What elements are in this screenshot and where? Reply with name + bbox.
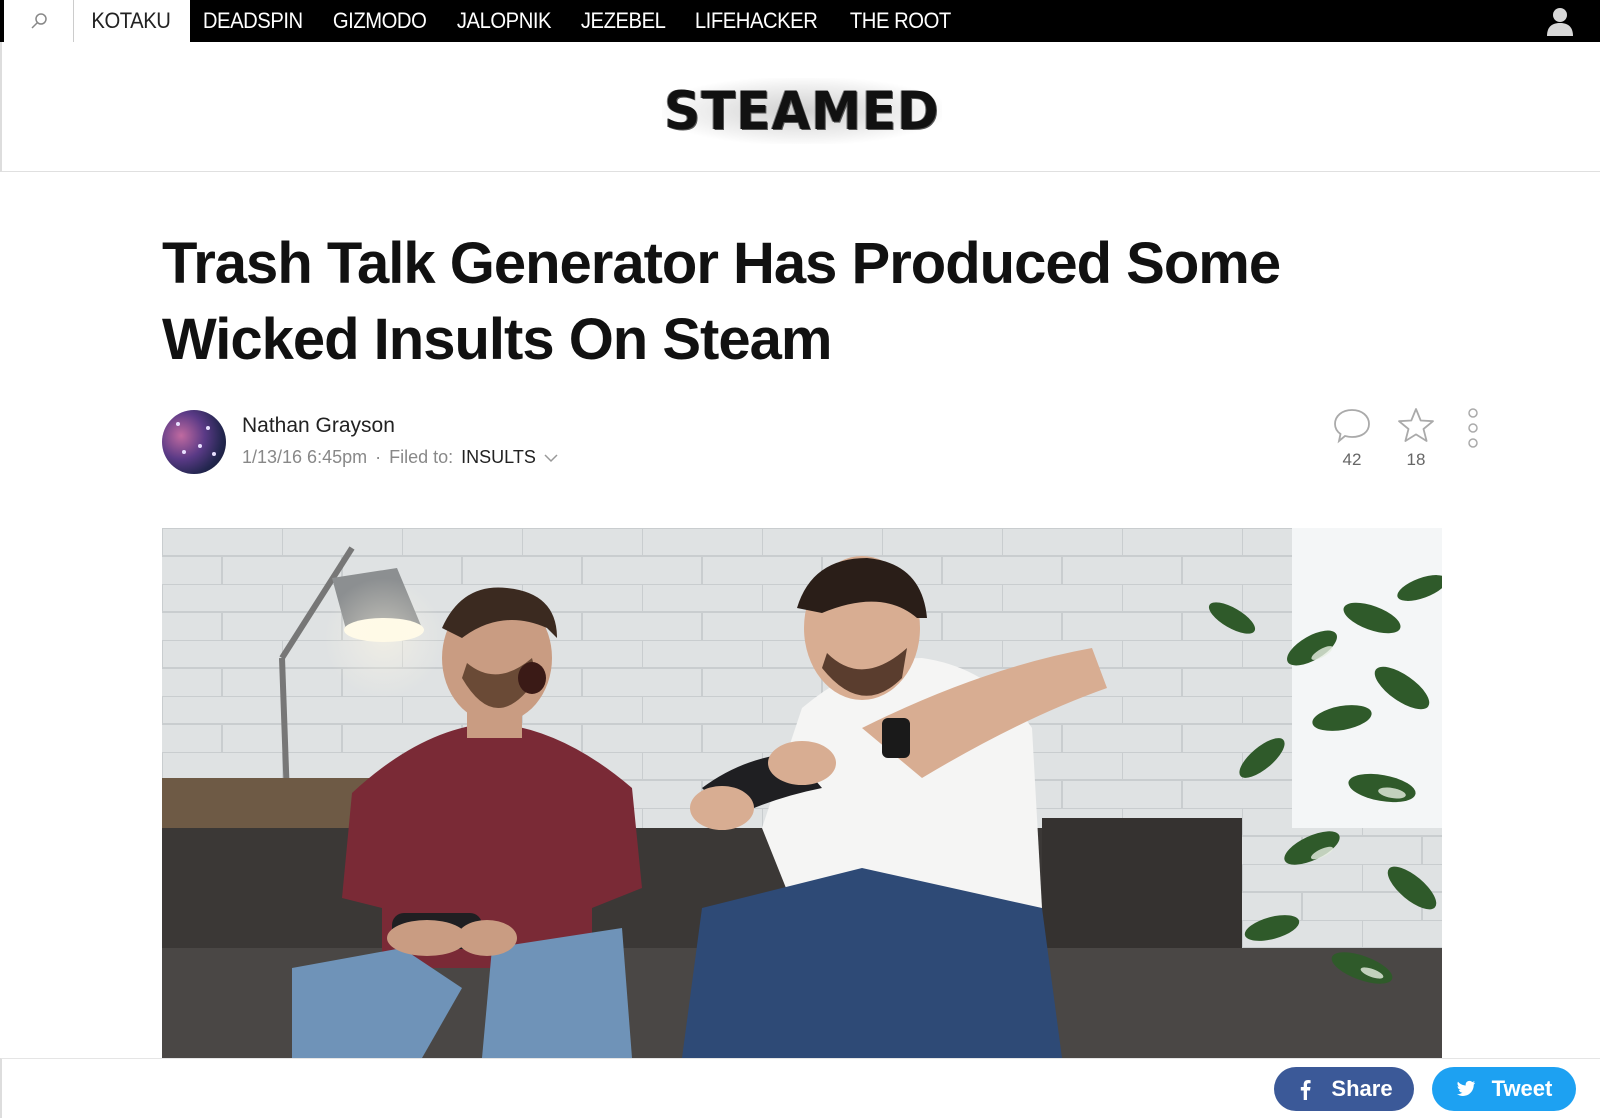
article-meta: 1/13/16 6:45pm · Filed to: INSULTS	[242, 447, 558, 468]
search-button[interactable]	[4, 0, 74, 42]
blog-brand-bar: STEAMED	[0, 42, 1600, 172]
meta-separator: ·	[375, 447, 382, 467]
nav-item-lifehacker[interactable]: LIFEHACKER	[682, 0, 830, 42]
nav-item-the-root[interactable]: THE ROOT	[837, 0, 964, 42]
author-name[interactable]: Nathan Grayson	[242, 414, 395, 438]
article-hero-image	[162, 528, 1442, 1058]
search-icon	[30, 13, 47, 29]
stars-count: 18	[1406, 450, 1426, 469]
twitter-tweet-button[interactable]: Tweet	[1432, 1067, 1576, 1111]
comments-stat[interactable]: 42	[1330, 406, 1374, 470]
comment-bubble-icon	[1334, 409, 1370, 444]
publish-timestamp[interactable]: 1/13/16 6:45pm	[242, 447, 367, 468]
nav-item-gizmodo[interactable]: GIZMODO	[320, 0, 439, 42]
facebook-share-button[interactable]: Share	[1274, 1067, 1414, 1111]
facebook-icon	[1301, 1080, 1312, 1100]
user-icon[interactable]	[1544, 5, 1576, 37]
twitter-tweet-label: Tweet	[1491, 1076, 1553, 1101]
nav-item-deadspin[interactable]: DEADSPIN	[190, 0, 316, 42]
stars-stat[interactable]: 18	[1394, 406, 1438, 470]
more-options-icon[interactable]	[1466, 408, 1480, 450]
article-title: Trash Talk Generator Has Produced Some W…	[162, 231, 1281, 372]
chevron-down-icon[interactable]	[544, 453, 558, 463]
site-network-nav: KOTAKU DEADSPIN GIZMODO JALOPNIK JEZEBEL…	[0, 0, 1600, 42]
filed-to-label: Filed to:	[389, 447, 454, 467]
share-bar: Share Tweet	[0, 1058, 1600, 1118]
nav-item-jalopnik[interactable]: JALOPNIK	[444, 0, 564, 42]
nav-item-jezebel[interactable]: JEZEBEL	[568, 0, 678, 42]
logo-text: STEAMED	[664, 80, 940, 142]
filed-to-tag[interactable]: INSULTS	[461, 447, 536, 468]
star-icon	[1398, 408, 1434, 442]
comments-count: 42	[1342, 450, 1362, 469]
twitter-bird-icon	[1456, 1080, 1475, 1096]
nav-item-kotaku[interactable]: KOTAKU	[74, 0, 190, 42]
steamed-logo[interactable]: STEAMED	[662, 78, 942, 144]
facebook-share-label: Share	[1331, 1076, 1393, 1101]
author-avatar[interactable]	[162, 410, 226, 474]
